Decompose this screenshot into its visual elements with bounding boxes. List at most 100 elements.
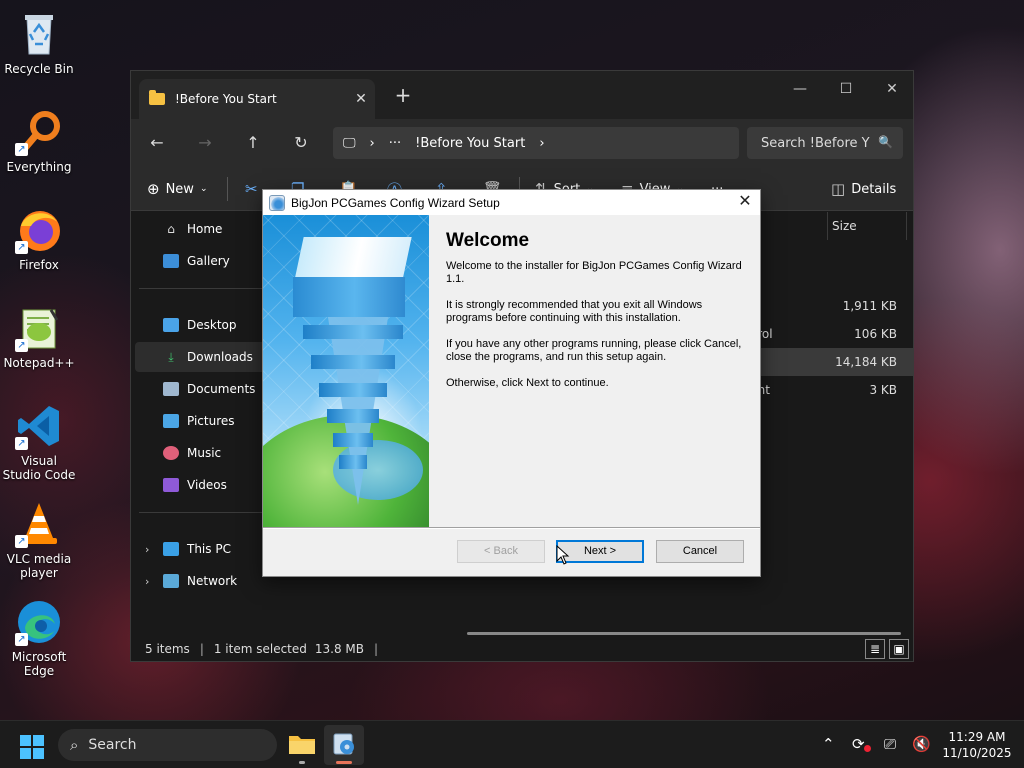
taskbar-file-explorer[interactable] xyxy=(282,725,322,765)
desktop-icon-label: Recycle Bin xyxy=(4,62,74,76)
tab-close-icon[interactable]: ✕ xyxy=(347,91,375,107)
row-size: 3 KB xyxy=(869,383,897,397)
computer-icon xyxy=(163,542,179,556)
details-view-button[interactable]: ≣ xyxy=(865,639,885,659)
wizard-paragraph-3: If you have any other programs running, … xyxy=(446,338,742,363)
breadcrumb-more[interactable]: ··· xyxy=(389,136,401,151)
new-tab-button[interactable]: + xyxy=(391,83,415,107)
search-icon: ⌕ xyxy=(70,736,79,754)
breadcrumb-folder[interactable]: !Before You Start xyxy=(415,136,525,151)
desktop-icon-firefox[interactable]: ↗ Firefox xyxy=(2,202,76,290)
tab-before-you-start[interactable]: !Before You Start ✕ xyxy=(139,79,375,119)
firefox-icon: ↗ xyxy=(15,206,63,254)
everything-icon: ↗ xyxy=(15,108,63,156)
shortcut-arrow-icon: ↗ xyxy=(15,535,28,548)
dialog-title-bar: BigJon PCGames Config Wizard Setup ✕ xyxy=(263,190,760,215)
search-input[interactable]: Search !Before Y 🔍 xyxy=(747,127,903,159)
videos-icon xyxy=(163,478,179,492)
cancel-button[interactable]: Cancel xyxy=(656,540,744,563)
vlc-icon: ↗ xyxy=(15,500,63,548)
tab-title: !Before You Start xyxy=(175,92,277,106)
wizard-heading: Welcome xyxy=(446,230,530,251)
desktop-icon-vscode[interactable]: ↗ Visual Studio Code xyxy=(2,398,76,486)
chevron-down-icon: ⌄ xyxy=(199,184,208,194)
dialog-divider xyxy=(263,527,760,528)
desktop-icon-label: Everything xyxy=(6,160,72,174)
chevron-right-icon[interactable]: › xyxy=(145,543,149,556)
desktop-icon-label: Visual Studio Code xyxy=(2,454,76,482)
folder-icon xyxy=(149,90,165,105)
cube-graphic xyxy=(294,237,412,281)
wizard-paragraph-1: Welcome to the installer for BigJon PCGa… xyxy=(446,260,742,285)
desktop-icon-edge[interactable]: ↗ Microsoft Edge xyxy=(2,594,76,682)
taskbar-search-box[interactable]: ⌕ Search xyxy=(58,729,277,761)
sync-status-icon[interactable]: ⟳ xyxy=(852,735,871,753)
desktop-icon-everything[interactable]: ↗ Everything xyxy=(2,104,76,192)
plus-circle-icon: ⊕ xyxy=(147,180,160,198)
volume-muted-icon[interactable]: 🔇 xyxy=(912,735,931,753)
gallery-icon xyxy=(163,254,179,268)
clock-date: 11/10/2025 xyxy=(942,746,1012,760)
maximize-button[interactable]: ☐ xyxy=(823,75,869,103)
cut-button[interactable]: ✂ xyxy=(245,175,264,203)
shortcut-arrow-icon: ↗ xyxy=(15,633,28,646)
breadcrumb-chevron[interactable]: › xyxy=(539,136,544,151)
new-label: New xyxy=(165,181,194,197)
status-separator: | xyxy=(199,642,204,656)
desktop-icon-recycle-bin[interactable]: Recycle Bin xyxy=(2,6,76,94)
breadcrumb-chevron: › xyxy=(369,135,375,151)
start-button[interactable] xyxy=(20,735,44,759)
wizard-banner-image xyxy=(263,215,429,527)
sidebar-item-label: Home xyxy=(187,222,223,236)
clock[interactable]: 11:29 AM 11/10/2025 xyxy=(940,729,1014,761)
dialog-title: BigJon PCGames Config Wizard Setup xyxy=(291,195,500,210)
shortcut-arrow-icon: ↗ xyxy=(15,143,28,156)
document-icon xyxy=(163,382,179,396)
sidebar-item-label: Documents xyxy=(187,382,256,396)
clock-time: 11:29 AM xyxy=(948,730,1006,744)
desktop-icon-vlc[interactable]: ↗ VLC media player xyxy=(2,496,76,584)
large-icons-view-button[interactable]: ▣ xyxy=(889,639,909,659)
row-size: 106 KB xyxy=(854,327,897,341)
desktop-icon-label: Notepad++ xyxy=(3,356,75,370)
dialog-close-button[interactable]: ✕ xyxy=(730,190,760,215)
close-window-button[interactable]: ✕ xyxy=(869,75,915,103)
taskbar-search-label: Search xyxy=(88,737,137,753)
desktop-icon-notepadpp[interactable]: ↗ Notepad++ xyxy=(2,300,76,388)
show-hidden-icons-chevron[interactable]: ⌃ xyxy=(822,735,835,753)
back-button[interactable]: < Back xyxy=(457,540,545,563)
new-button[interactable]: ⊕ New ⌄ xyxy=(147,175,207,203)
status-selected: 1 item selected xyxy=(213,642,307,656)
installer-app-icon xyxy=(333,733,354,755)
monitor-icon: 🖵 xyxy=(343,135,356,151)
row-size: 14,184 KB xyxy=(835,355,897,369)
sidebar-item-label: Videos xyxy=(187,478,227,492)
address-bar[interactable]: 🖵 › ··· !Before You Start › xyxy=(333,127,739,159)
sidebar-item-label: Downloads xyxy=(187,350,253,364)
taskbar-setup-wizard[interactable] xyxy=(324,725,364,765)
desktop-icon-label: VLC media player xyxy=(6,552,72,580)
installer-app-icon xyxy=(269,194,285,211)
row-size: 1,911 KB xyxy=(842,299,897,313)
desktop-folder-icon xyxy=(163,318,179,332)
sidebar-item-label: Gallery xyxy=(187,254,230,268)
shortcut-arrow-icon: ↗ xyxy=(15,437,28,450)
column-header-size[interactable]: Size xyxy=(827,212,907,240)
mouse-cursor-icon xyxy=(556,545,570,565)
home-icon: ⌂ xyxy=(167,222,175,236)
sidebar-item-label: Pictures xyxy=(187,414,235,428)
chevron-right-icon[interactable]: › xyxy=(145,575,149,588)
notepadpp-icon: ↗ xyxy=(15,304,63,352)
sidebar-item-label: Music xyxy=(187,446,222,460)
details-pane-button[interactable]: ◫ Details xyxy=(831,175,896,203)
display-icon[interactable]: ⎚ xyxy=(884,735,896,753)
horizontal-scrollbar[interactable] xyxy=(467,632,901,635)
pictures-icon xyxy=(163,414,179,428)
details-pane-icon: ◫ xyxy=(831,180,846,198)
tab-bar: !Before You Start ✕ + — ☐ ✕ xyxy=(131,71,913,119)
folder-icon xyxy=(289,736,315,754)
minimize-button[interactable]: — xyxy=(777,75,823,103)
desktop-icon-label: Microsoft Edge xyxy=(11,650,67,678)
details-label: Details xyxy=(851,181,897,197)
scissors-icon: ✂ xyxy=(245,180,258,198)
